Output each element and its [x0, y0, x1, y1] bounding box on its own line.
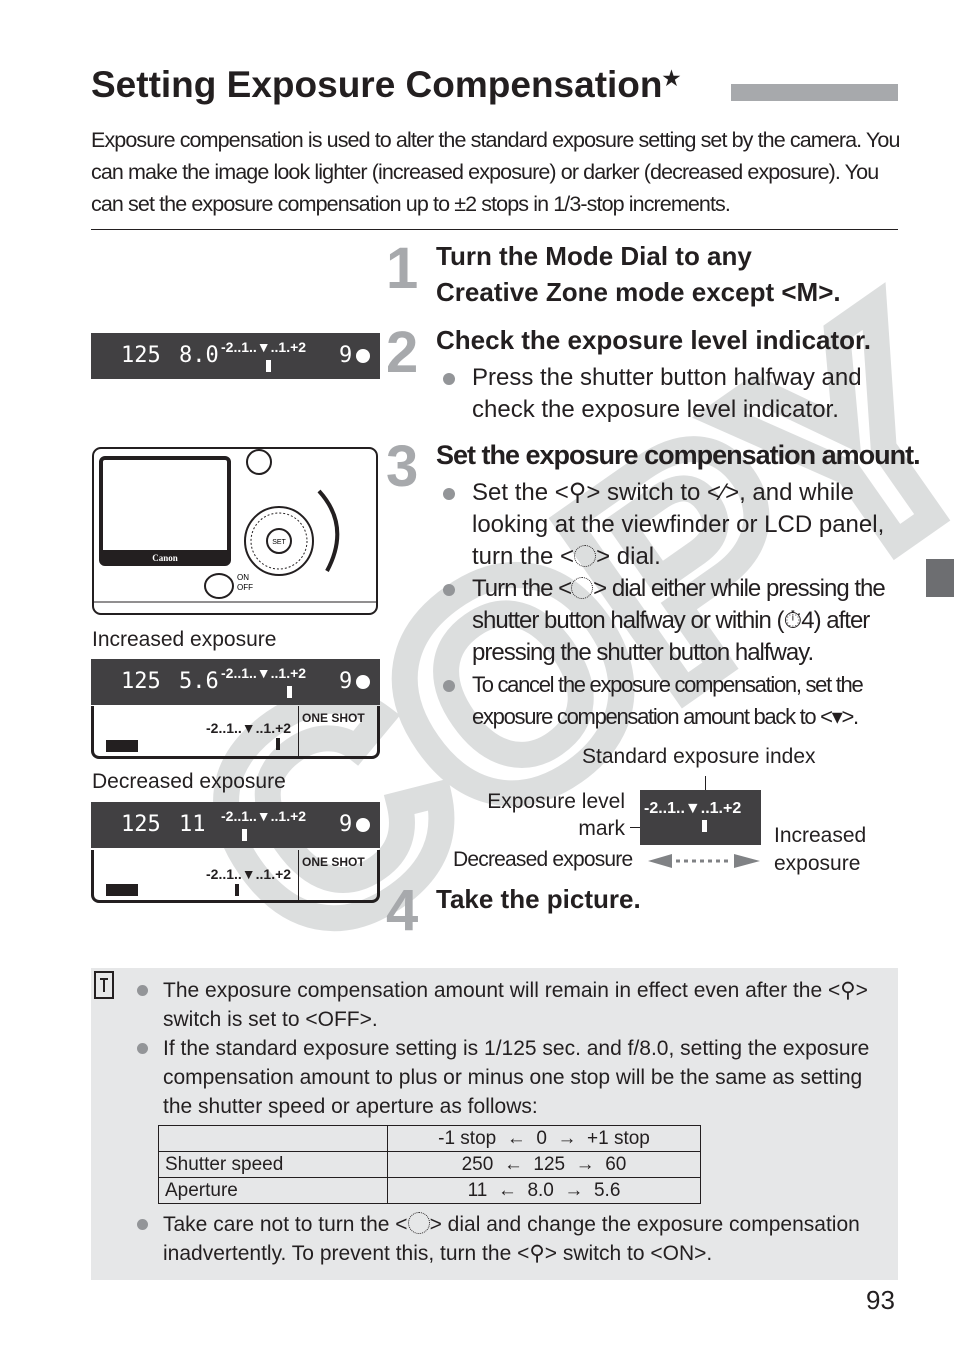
direction-arrows	[648, 854, 760, 868]
multi-function-lock-icon: ⚲	[568, 479, 587, 506]
exposure-table: -1 stop ← 0 → +1 stop Shutter speed 250 ←…	[158, 1125, 701, 1204]
standard-index-icon: ▾	[831, 704, 843, 729]
step-heading: Check the exposure level indicator.	[436, 325, 871, 355]
battery-icon	[106, 740, 138, 752]
title-bar-decoration	[731, 84, 898, 101]
decreased-exposure-diagram-label: Decreased exposure	[453, 848, 633, 871]
step-heading: Set the exposure compensation amount.	[436, 440, 921, 470]
table-row: -1 stop ← 0 → +1 stop	[158, 1125, 701, 1152]
mode-m-icon: M	[796, 277, 819, 307]
divider	[91, 229, 898, 230]
quick-control-dial-icon	[407, 1212, 430, 1234]
multi-function-lock-icon: ⚲	[529, 1242, 545, 1265]
viewfinder-display-increased: 125 5.6 -2..1..▼..1.+2 9	[91, 659, 380, 705]
viewfinder-display-standard: 125 8.0 -2..1..▼..1.+2 9	[91, 333, 380, 379]
quick-control-dial-icon	[571, 577, 594, 599]
manual-page: COPY Setting Exposure Compensation★ Expo…	[0, 0, 954, 1345]
note-item: The exposure compensation amount will re…	[91, 976, 891, 1034]
note-item: If the standard exposure setting is 1/12…	[91, 1034, 891, 1121]
svg-text:ON: ON	[237, 573, 249, 582]
step-bullets: Press the shutter button halfway and che…	[436, 362, 896, 426]
standard-index-label: Standard exposure index	[582, 745, 816, 768]
multi-function-lock-icon: ⚲	[840, 979, 856, 1002]
page-title: Setting Exposure Compensation★	[91, 64, 681, 105]
timer-icon: ⏱4	[783, 607, 815, 634]
svg-text:SET: SET	[272, 539, 286, 546]
step-number: 4	[386, 878, 419, 943]
step-bullets: Set the <⚲> switch to <⁄>, and while loo…	[436, 477, 906, 733]
increased-exposure-diagram-label: Increased exposure	[774, 824, 867, 875]
step-heading: Turn the Mode Dial to any Creative Zone …	[436, 241, 841, 307]
step-number: 1	[386, 236, 419, 301]
increased-exposure-label: Increased exposure	[92, 628, 277, 651]
battery-icon	[106, 884, 138, 896]
intro-paragraph: Exposure compensation is used to alter t…	[91, 128, 900, 216]
star-icon: ★	[662, 68, 681, 90]
step-number: 3	[386, 434, 419, 499]
step-heading: Take the picture.	[436, 884, 641, 914]
lcd-panel-decreased: ONE SHOT -2..1..▼..1.+2	[91, 850, 380, 903]
step-number: 2	[386, 320, 419, 385]
note-box: The exposure compensation amount will re…	[91, 968, 898, 1280]
camera-back-illustration: Canon SET ON OFF	[92, 447, 378, 615]
viewfinder-display-decreased: 125 11 -2..1..▼..1.+2 9	[91, 802, 380, 848]
table-row: Aperture 11 ← 8.0 → 5.6	[158, 1177, 701, 1204]
page-number: 93	[866, 1285, 895, 1315]
quick-control-dial-icon	[574, 545, 597, 567]
exposure-mark-label: Exposure level mark	[487, 790, 625, 840]
lcd-panel-increased: ONE SHOT -2..1..▼..1.+2	[91, 706, 380, 759]
decreased-exposure-label: Decreased exposure	[92, 770, 286, 793]
exposure-scale-display: -2..1..▼..1.+2	[640, 790, 761, 845]
section-tab	[926, 559, 954, 597]
table-row: Shutter speed 250 ← 125 → 60	[158, 1151, 701, 1178]
svg-text:OFF: OFF	[237, 583, 253, 592]
note-item: Take care not to turn the < > dial and ch…	[91, 1210, 891, 1268]
svg-text:Canon: Canon	[152, 553, 178, 563]
